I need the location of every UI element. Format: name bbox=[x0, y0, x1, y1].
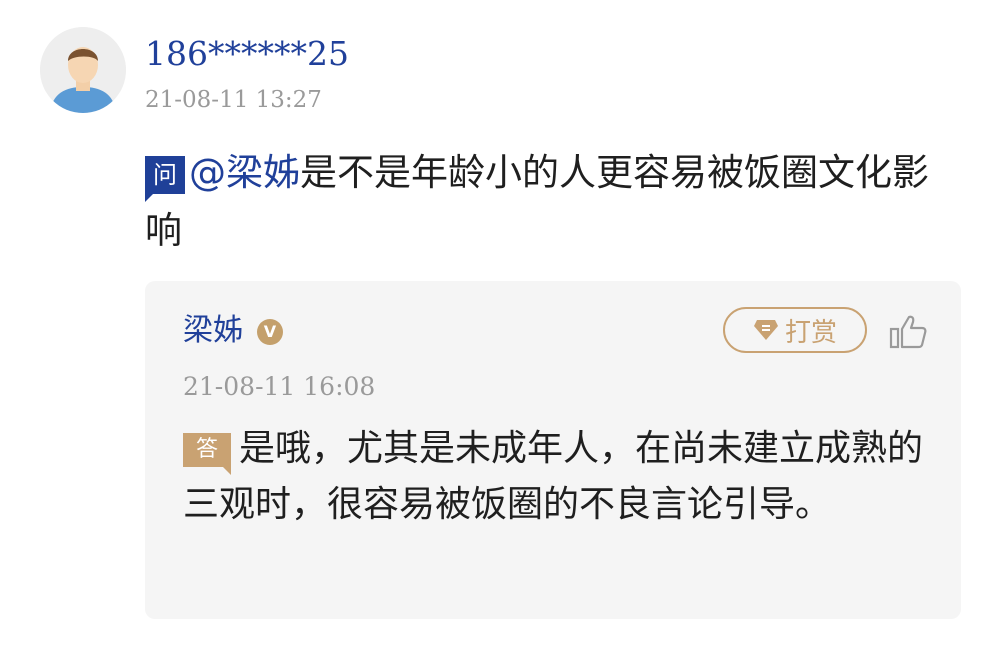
tip-button[interactable]: 打赏 bbox=[723, 307, 867, 353]
answer-card: 梁姊 V 打赏 21-08-11 16:08 答是哦，尤其是未成年人，在尚未建立… bbox=[145, 281, 961, 619]
answer-badge: 答 bbox=[183, 433, 231, 475]
question-body: 问 @梁姊是不是年龄小的人更容易被饭圈文化影响 bbox=[145, 144, 945, 260]
user-avatar[interactable] bbox=[40, 27, 126, 113]
question-timestamp: 21-08-11 13:27 bbox=[145, 87, 322, 113]
thumbs-up-icon[interactable] bbox=[889, 314, 929, 350]
answer-text: 是哦，尤其是未成年人，在尚未建立成熟的三观时，很容易被饭圈的不良言论引导。 bbox=[183, 428, 924, 525]
answer-timestamp: 21-08-11 16:08 bbox=[183, 372, 376, 401]
question-badge: 问 bbox=[145, 156, 185, 202]
answer-body: 答是哦，尤其是未成年人，在尚未建立成熟的三观时，很容易被饭圈的不良言论引导。 bbox=[183, 421, 923, 533]
answer-author[interactable]: 梁姊 bbox=[183, 311, 243, 351]
verified-icon: V bbox=[257, 319, 283, 345]
question-username[interactable]: 186******25 bbox=[145, 34, 349, 74]
user-avatar-icon bbox=[40, 27, 126, 113]
mention-link[interactable]: @梁姊 bbox=[189, 151, 300, 194]
tip-label: 打赏 bbox=[784, 317, 837, 348]
diamond-icon bbox=[753, 320, 778, 340]
